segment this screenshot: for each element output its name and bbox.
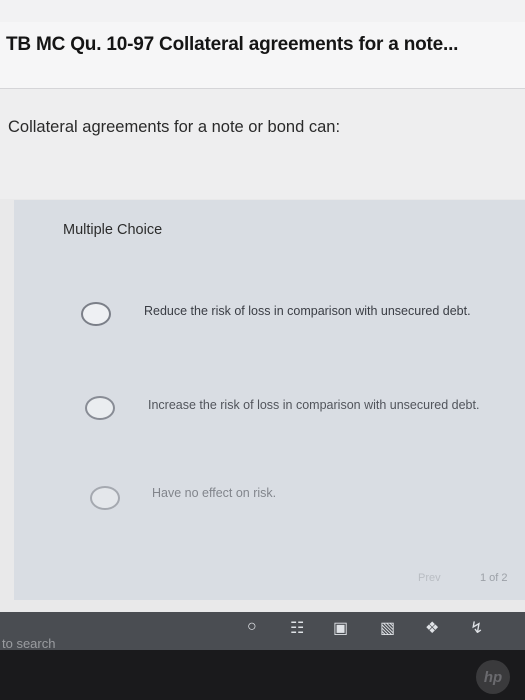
dropbox-icon[interactable]: ❖ xyxy=(425,618,439,638)
taskbar-search-text[interactable]: to search xyxy=(2,636,55,651)
option-label-3[interactable]: Have no effect on risk. xyxy=(152,486,276,500)
option-label-1[interactable]: Reduce the risk of loss in comparison wi… xyxy=(144,304,471,318)
multiple-choice-label: Multiple Choice xyxy=(63,222,163,238)
cortana-icon[interactable]: ○ xyxy=(247,618,257,636)
browser-top-strip xyxy=(0,0,525,23)
option-label-2[interactable]: Increase the risk of loss in comparison … xyxy=(148,398,479,412)
hp-logo-icon: hp xyxy=(476,660,510,694)
option-radio-3[interactable] xyxy=(90,486,120,510)
prev-button[interactable]: Prev xyxy=(418,572,441,584)
shopping-bag-icon[interactable]: ▧ xyxy=(380,618,395,638)
page-title: TB MC Qu. 10-97 Collateral agreements fo… xyxy=(6,34,459,55)
option-radio-2[interactable] xyxy=(85,396,115,420)
question-text: Collateral agreements for a note or bond… xyxy=(8,118,341,136)
page-indicator: 1 of 2 xyxy=(480,572,508,584)
store-icon[interactable]: ▣ xyxy=(333,618,348,638)
app-icon[interactable]: ↯ xyxy=(470,618,483,638)
task-view-icon[interactable]: ☷ xyxy=(290,618,304,638)
taskbar xyxy=(0,612,525,650)
question-area xyxy=(0,89,525,199)
option-radio-1[interactable] xyxy=(81,302,111,326)
laptop-bezel xyxy=(0,650,525,700)
